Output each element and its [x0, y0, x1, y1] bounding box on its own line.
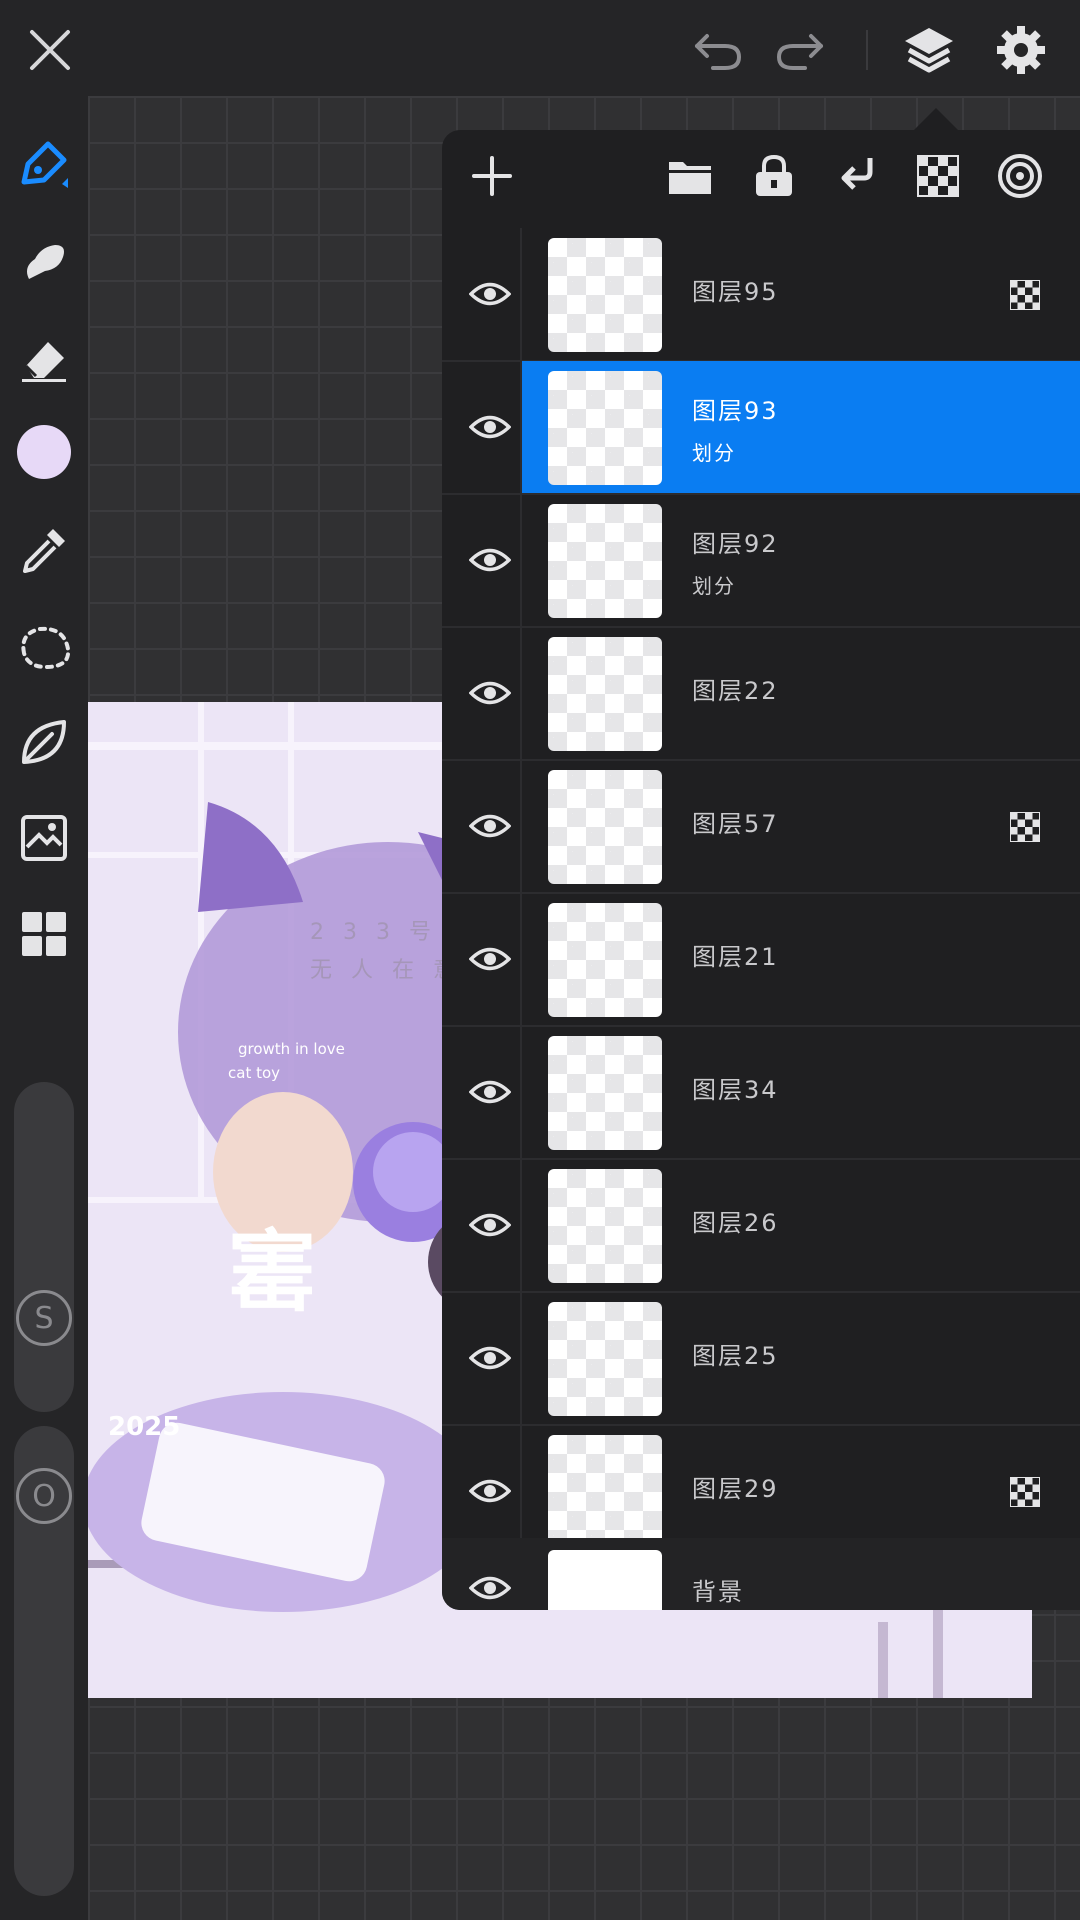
- layer-name: 图层22: [692, 677, 779, 705]
- artwork-caption-en1: growth in love: [238, 1040, 345, 1058]
- layer-thumbnail[interactable]: [548, 1435, 662, 1549]
- brush-size-indicator[interactable]: S: [16, 1290, 72, 1346]
- layer-thumbnail[interactable]: [548, 903, 662, 1017]
- visibility-eye-icon[interactable]: [460, 530, 520, 590]
- lasso-select-icon[interactable]: [12, 616, 76, 680]
- color-swatch[interactable]: [17, 425, 71, 479]
- brush-size-slider[interactable]: [14, 1082, 74, 1412]
- layer-body[interactable]: 图层57: [522, 760, 1080, 892]
- artwork-small-text: 2025: [108, 1412, 181, 1442]
- layer-row[interactable]: 图层25: [442, 1292, 1080, 1426]
- layer-body[interactable]: 图层21: [522, 893, 1080, 1025]
- liquify-leaf-icon[interactable]: [14, 712, 74, 772]
- visibility-eye-icon[interactable]: [460, 663, 520, 723]
- alpha-checker-icon[interactable]: [912, 150, 964, 202]
- redo-icon[interactable]: [772, 22, 828, 78]
- layer-body[interactable]: 图层26: [522, 1159, 1080, 1291]
- layer-thumbnail[interactable]: [548, 504, 662, 618]
- layer-blend-mode[interactable]: 划分: [692, 570, 736, 599]
- size-label: S: [34, 1300, 54, 1336]
- layer-row[interactable]: 图层21: [442, 893, 1080, 1027]
- alpha-lock-icon: [1010, 812, 1040, 842]
- layer-name: 图层21: [692, 943, 779, 971]
- layer-name: 图层29: [692, 1475, 779, 1503]
- visibility-eye-icon[interactable]: [460, 1195, 520, 1255]
- visibility-eye-icon[interactable]: [460, 1062, 520, 1122]
- add-icon[interactable]: [468, 152, 516, 200]
- layer-blend-mode[interactable]: 划分: [692, 437, 736, 466]
- layer-thumbnail[interactable]: [548, 1302, 662, 1416]
- opacity-label: O: [32, 1478, 56, 1514]
- visibility-eye-icon[interactable]: [460, 264, 520, 324]
- layer-name: 图层57: [692, 810, 779, 838]
- layer-thumbnail[interactable]: [548, 238, 662, 352]
- layer-body[interactable]: 图层22: [522, 627, 1080, 759]
- undo-icon[interactable]: [690, 22, 746, 78]
- layer-row[interactable]: 图层34: [442, 1026, 1080, 1160]
- visibility-eye-icon[interactable]: [460, 929, 520, 989]
- layers-icon[interactable]: [898, 20, 960, 80]
- layers-panel-caret: [912, 108, 960, 132]
- background-layer-name: 背景: [692, 1578, 744, 1606]
- layer-name: 图层93: [692, 397, 779, 425]
- visibility-eye-icon[interactable]: [460, 796, 520, 856]
- layer-thumbnail[interactable]: [548, 637, 662, 751]
- eraser-icon[interactable]: [14, 328, 74, 388]
- layer-thumbnail[interactable]: [548, 371, 662, 485]
- visibility-eye-icon[interactable]: [460, 1461, 520, 1521]
- layer-body[interactable]: 图层92 划分: [522, 494, 1080, 626]
- background-thumbnail[interactable]: [548, 1550, 662, 1610]
- settings-gear-icon[interactable]: [990, 20, 1052, 80]
- layer-body[interactable]: 图层34: [522, 1026, 1080, 1158]
- layer-row[interactable]: 图层22: [442, 627, 1080, 761]
- visibility-eye-icon[interactable]: [460, 1328, 520, 1388]
- layers-panel-toolbar: [442, 130, 1080, 228]
- layer-thumbnail[interactable]: [548, 1036, 662, 1150]
- layer-name: 图层26: [692, 1209, 779, 1237]
- layer-name: 图层95: [692, 278, 779, 306]
- background-layer-row[interactable]: 背景: [442, 1538, 1080, 1610]
- topbar-divider: [866, 30, 868, 70]
- alpha-lock-icon: [1010, 1477, 1040, 1507]
- mask-target-icon[interactable]: [994, 150, 1046, 202]
- layer-row[interactable]: 图层93 划分: [442, 361, 1080, 495]
- image-adjust-icon[interactable]: [14, 808, 74, 868]
- alpha-lock-icon: [1010, 280, 1040, 310]
- artwork-caption-cn1: 2 3 3 号: [310, 920, 437, 945]
- opacity-indicator[interactable]: O: [16, 1468, 72, 1524]
- top-bar: [0, 0, 1080, 96]
- visibility-eye-icon[interactable]: [460, 1558, 520, 1610]
- layers-panel: 图层95 图层93 划分 图层92 划分 图层22 图层57 图层21 图层34 图层26 图层25…: [442, 130, 1080, 1610]
- layer-name: 图层92: [692, 530, 779, 558]
- layer-thumbnail[interactable]: [548, 770, 662, 884]
- layer-thumbnail[interactable]: [548, 1169, 662, 1283]
- close-icon[interactable]: [22, 22, 78, 78]
- layer-body[interactable]: 图层93 划分: [522, 361, 1080, 493]
- layer-row[interactable]: 图层95: [442, 228, 1080, 362]
- layer-row[interactable]: 图层26: [442, 1159, 1080, 1293]
- artwork-caption-en2: cat toy: [228, 1064, 281, 1082]
- layer-body[interactable]: 背景: [522, 1538, 1080, 1610]
- smudge-icon[interactable]: [14, 232, 74, 292]
- layer-body[interactable]: 图层95: [522, 228, 1080, 360]
- left-toolbar: S O: [0, 96, 88, 1920]
- visibility-eye-icon[interactable]: [460, 397, 520, 457]
- layer-row[interactable]: 图层57: [442, 760, 1080, 894]
- lock-icon[interactable]: [748, 150, 800, 202]
- merge-down-icon[interactable]: [832, 150, 884, 202]
- layer-name: 图层25: [692, 1342, 779, 1370]
- layer-body[interactable]: 图层25: [522, 1292, 1080, 1424]
- layer-name: 图层34: [692, 1076, 779, 1104]
- layer-row[interactable]: 图层92 划分: [442, 494, 1080, 628]
- grid-gallery-icon[interactable]: [14, 904, 74, 964]
- folder-icon[interactable]: [664, 152, 716, 200]
- pen-brush-icon[interactable]: [14, 134, 74, 194]
- eyedropper-icon[interactable]: [14, 520, 74, 580]
- artwork-big-char: 寚: [228, 1221, 317, 1324]
- artwork-caption-cn2: 无 人 在 意: [310, 958, 461, 983]
